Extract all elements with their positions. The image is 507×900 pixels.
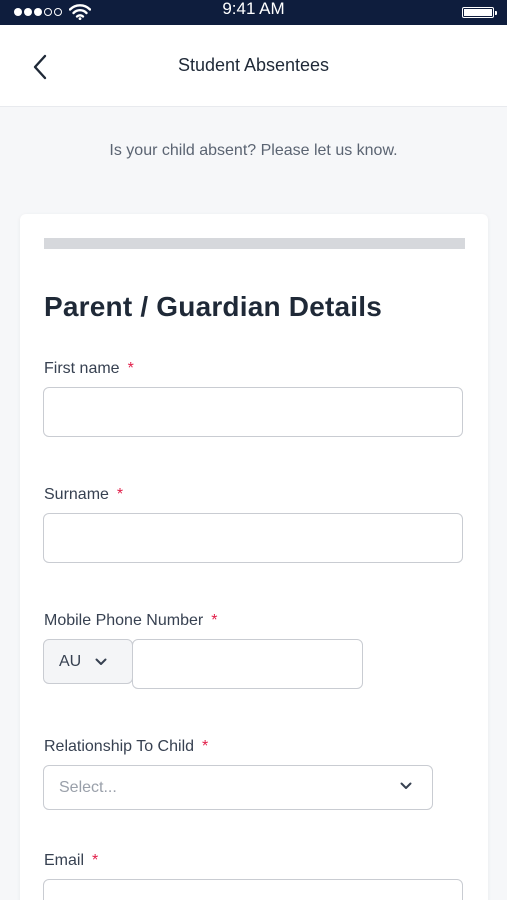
- email-label: Email *: [44, 852, 99, 869]
- required-marker: *: [127, 360, 134, 377]
- nav-bar: Student Absentees: [0, 25, 507, 107]
- battery-icon: [462, 7, 497, 18]
- required-marker: *: [116, 486, 124, 503]
- email-input[interactable]: [43, 879, 463, 900]
- status-bar: 9:41 AM: [0, 0, 507, 25]
- relationship-select[interactable]: Select...: [43, 765, 433, 810]
- form-progress-bar: [44, 238, 465, 249]
- page-subtitle: Is your child absent? Please let us know…: [109, 142, 398, 159]
- country-code-value: AU: [59, 652, 82, 670]
- required-marker: *: [211, 612, 218, 629]
- required-marker: *: [202, 738, 209, 755]
- mobile-phone-label: Mobile Phone Number *: [44, 612, 218, 629]
- relationship-label: Relationship To Child *: [44, 738, 209, 755]
- section-title: Parent / Guardian Details: [44, 291, 382, 322]
- country-code-select[interactable]: AU: [43, 639, 133, 684]
- status-time: 9:41 AM: [222, 0, 285, 18]
- first-name-input[interactable]: [43, 387, 463, 437]
- mobile-phone-input[interactable]: [132, 639, 363, 689]
- chevron-down-icon: [95, 658, 107, 665]
- battery-level: [464, 9, 492, 16]
- surname-input[interactable]: [43, 513, 463, 563]
- relationship-select-placeholder: Select...: [59, 779, 117, 796]
- first-name-label: First name *: [44, 360, 134, 377]
- surname-label: Surname *: [44, 486, 124, 503]
- page-title: Student Absentees: [177, 55, 330, 75]
- required-marker: *: [92, 852, 99, 869]
- chevron-down-icon: [400, 782, 412, 789]
- form-card: Parent / Guardian Details First name * Su…: [20, 214, 488, 900]
